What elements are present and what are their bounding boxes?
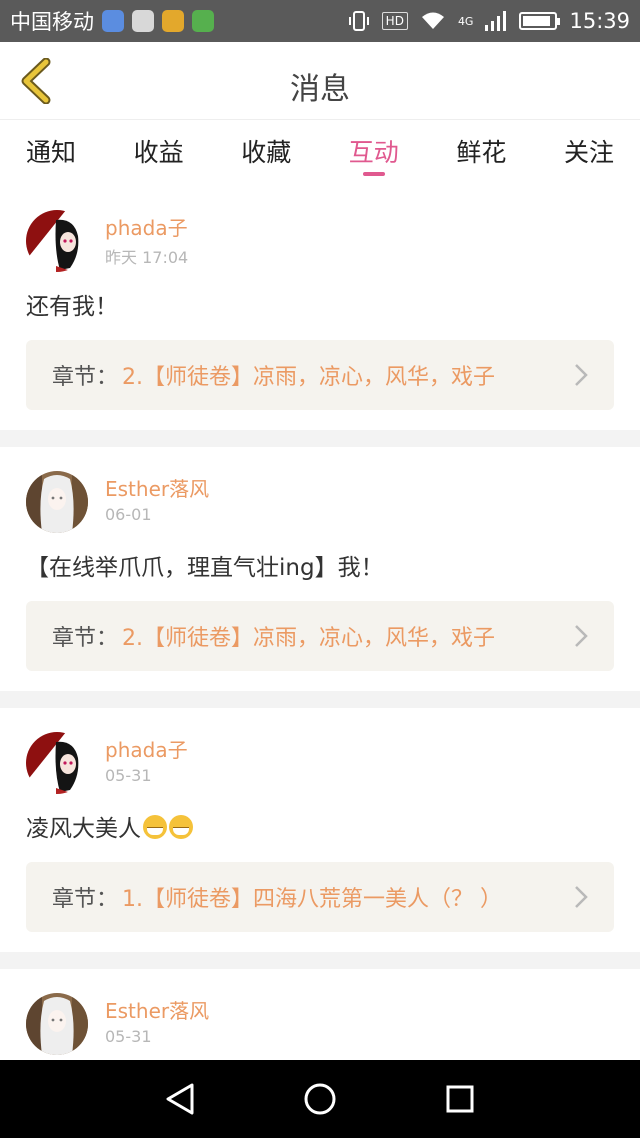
money-app-icon xyxy=(162,10,184,32)
chapter-title: 2.【师徒卷】凉雨，凉心，风华，戏子 xyxy=(122,626,496,651)
timestamp: 05-31 xyxy=(105,766,152,785)
tab-favorites[interactable]: 收藏 xyxy=(241,120,291,186)
app-header: 消息 xyxy=(0,42,640,120)
tab-interaction[interactable]: 互动 xyxy=(349,120,399,186)
comment-body: 凌风大美人 xyxy=(26,816,141,842)
avatar[interactable] xyxy=(26,732,88,794)
tab-bar: 通知 收益 收藏 互动 鲜花 关注 xyxy=(0,120,640,186)
clock: 15:39 xyxy=(569,9,630,33)
chapter-title: 1.【师徒卷】四海八荒第一美人（？ ） xyxy=(122,887,503,912)
message-card: Esther落风 06-01 【在线举爪爪，理直气壮ing】我！ 章节： 2.【… xyxy=(0,447,640,691)
carrier-label: 中国移动 xyxy=(10,10,94,34)
message-feed[interactable]: phada子 昨天 17:04 还有我！ 章节： 2.【师徒卷】凉雨，凉心，风华… xyxy=(0,186,640,1060)
comment-text: 还有我！ xyxy=(26,294,118,320)
laughing-emoji-icon xyxy=(169,815,193,839)
tab-following[interactable]: 关注 xyxy=(564,120,614,186)
page-title: 消息 xyxy=(290,72,350,107)
chapter-prefix: 章节： xyxy=(52,365,119,390)
avatar[interactable] xyxy=(26,471,88,533)
username[interactable]: phada子 xyxy=(105,216,188,240)
chevron-right-icon xyxy=(574,624,588,648)
wifi-icon xyxy=(421,12,444,29)
nav-home-button[interactable] xyxy=(290,1069,350,1129)
message-card: phada子 05-31 凌风大美人 章节： 1.【师徒卷】四海八荒第一美人（？… xyxy=(0,708,640,952)
chapter-prefix: 章节： xyxy=(52,626,119,651)
signal-icon xyxy=(485,11,507,31)
nav-back-button[interactable] xyxy=(150,1069,210,1129)
tab-label: 互动 xyxy=(348,138,399,167)
status-bar: 中国移动 HD 4G 15:39 xyxy=(0,0,640,42)
tab-notice[interactable]: 通知 xyxy=(26,120,76,186)
nav-recents-button[interactable] xyxy=(430,1069,490,1129)
active-tab-indicator xyxy=(362,172,385,176)
hd-badge: HD xyxy=(381,12,408,30)
network-type: 4G xyxy=(457,14,474,28)
tab-label: 关注 xyxy=(563,138,614,167)
comment-text: 【在线举爪爪，理直气壮ing】我！ xyxy=(26,555,384,581)
location-app-icon xyxy=(102,10,124,32)
money-app-icon-2 xyxy=(192,10,214,32)
chevron-right-icon xyxy=(574,885,588,909)
tab-label: 通知 xyxy=(26,138,77,167)
username[interactable]: Esther落风 xyxy=(105,999,209,1023)
chapter-title: 2.【师徒卷】凉雨，凉心，风华，戏子 xyxy=(122,365,496,390)
chapter-prefix: 章节： xyxy=(52,887,119,912)
avatar[interactable] xyxy=(26,210,88,272)
username[interactable]: Esther落风 xyxy=(105,477,209,501)
message-card: Esther落风 05-31 xyxy=(0,969,640,1060)
recents-square-icon xyxy=(446,1085,474,1113)
home-circle-icon xyxy=(304,1083,336,1115)
chat-app-icon xyxy=(132,10,154,32)
comment-text: 凌风大美人 xyxy=(26,812,614,846)
laughing-emoji-icon xyxy=(143,815,167,839)
tab-label: 收藏 xyxy=(241,138,292,167)
chevron-right-icon xyxy=(574,363,588,387)
tab-earnings[interactable]: 收益 xyxy=(134,120,184,186)
message-card: phada子 昨天 17:04 还有我！ 章节： 2.【师徒卷】凉雨，凉心，风华… xyxy=(0,186,640,430)
battery-icon xyxy=(519,12,561,30)
avatar[interactable] xyxy=(26,993,88,1055)
timestamp: 05-31 xyxy=(105,1027,152,1046)
timestamp: 昨天 17:04 xyxy=(105,248,189,267)
tab-label: 收益 xyxy=(133,138,184,167)
username[interactable]: phada子 xyxy=(105,738,188,762)
tab-flowers[interactable]: 鲜花 xyxy=(456,120,506,186)
chapter-link[interactable]: 章节： 2.【师徒卷】凉雨，凉心，风华，戏子 xyxy=(26,340,614,410)
vibrate-icon xyxy=(348,11,369,31)
back-triangle-icon xyxy=(166,1083,194,1115)
chapter-link[interactable]: 章节： 2.【师徒卷】凉雨，凉心，风华，戏子 xyxy=(26,601,614,671)
tab-label: 鲜花 xyxy=(456,138,507,167)
timestamp: 06-01 xyxy=(105,505,152,524)
system-nav-bar xyxy=(0,1060,640,1138)
chapter-link[interactable]: 章节： 1.【师徒卷】四海八荒第一美人（？ ） xyxy=(26,862,614,932)
